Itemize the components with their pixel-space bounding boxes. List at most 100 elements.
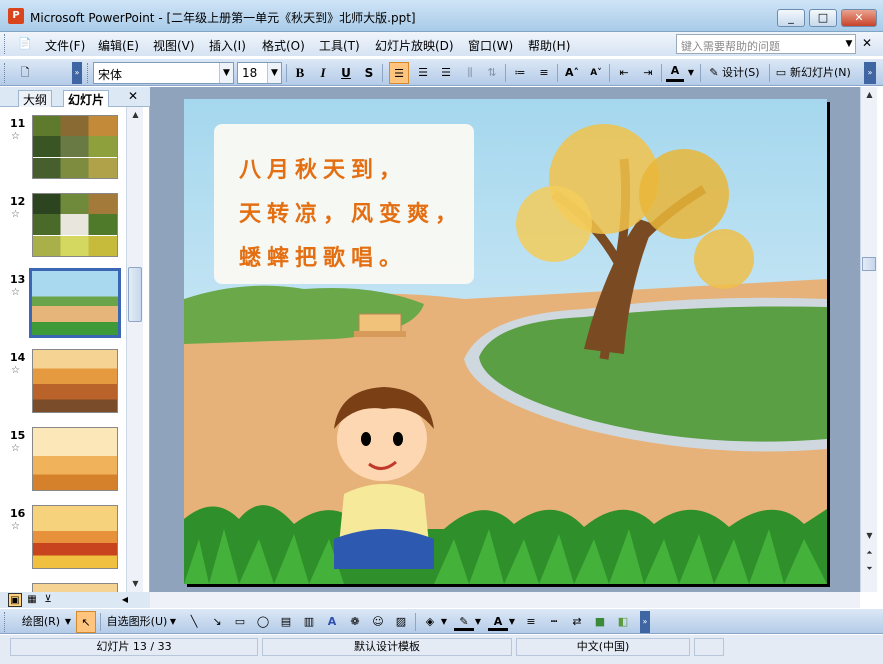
slide-thumbnail-12[interactable]: [32, 193, 118, 257]
font-size-combo[interactable]: 18 ▼: [237, 62, 282, 84]
menu-edit[interactable]: 编辑(E): [98, 37, 139, 54]
line-icon[interactable]: ╲: [184, 611, 204, 633]
close-icon[interactable]: ✕: [128, 89, 138, 103]
tab-outline[interactable]: 大纲: [18, 90, 53, 107]
select-objects-icon[interactable]: ↖: [76, 611, 96, 633]
menu-view[interactable]: 视图(V): [153, 37, 195, 54]
font-color-icon[interactable]: A: [666, 62, 684, 82]
shadow-button[interactable]: S: [360, 62, 378, 84]
chevron-down-icon[interactable]: ▼: [267, 63, 281, 83]
distribute-icon[interactable]: ⫼: [460, 62, 480, 84]
scroll-up-icon[interactable]: ▲: [127, 107, 144, 123]
slide-thumbnail-15[interactable]: [32, 427, 118, 491]
chevron-down-icon[interactable]: ▼: [64, 611, 72, 633]
slide-text-box[interactable]: 八月秋天到， 天转凉，风变爽， 蟋蟀把歌唱。: [239, 149, 463, 281]
diagram-icon[interactable]: ❁: [345, 611, 365, 633]
slide-sorter-icon[interactable]: ▦: [25, 593, 39, 607]
slide-scrollbar[interactable]: ▲ ▼ ⏶ ⏷: [860, 87, 877, 592]
menu-slideshow[interactable]: 幻灯片放映(D): [375, 37, 454, 54]
line-style-icon[interactable]: ≡: [521, 611, 541, 633]
autoshapes-button[interactable]: 自选图形(U): [106, 611, 168, 633]
rectangle-icon[interactable]: ▭: [230, 611, 250, 633]
chevron-down-icon[interactable]: ▼: [508, 611, 516, 633]
scroll-down-icon[interactable]: ▼: [127, 576, 144, 592]
close-icon[interactable]: ✕: [862, 36, 872, 50]
increase-font-icon[interactable]: A˄: [562, 62, 582, 84]
menubar-grip[interactable]: [4, 34, 7, 54]
align-left-icon[interactable]: ☰: [389, 62, 409, 84]
textbox-icon[interactable]: ▤: [276, 611, 296, 633]
slide-thumbnail-13[interactable]: [29, 268, 121, 338]
design-icon[interactable]: ✎: [707, 62, 721, 84]
chevron-down-icon[interactable]: ▼: [842, 34, 856, 54]
minimize-button[interactable]: _: [777, 9, 805, 27]
menu-insert[interactable]: 插入(I): [209, 37, 246, 54]
powerpoint-icon[interactable]: P: [8, 8, 24, 24]
menu-tools[interactable]: 工具(T): [319, 37, 360, 54]
menu-window[interactable]: 窗口(W): [468, 37, 513, 54]
chevron-down-icon[interactable]: ▼: [474, 611, 482, 633]
chevron-down-icon[interactable]: ▼: [219, 63, 233, 83]
help-search-input[interactable]: 键入需要帮助的问题: [676, 34, 856, 54]
increase-indent-icon[interactable]: ⇥: [638, 62, 658, 84]
design-button[interactable]: 设计(S): [722, 62, 768, 84]
scrollbar-thumb[interactable]: [128, 267, 142, 322]
decrease-indent-icon[interactable]: ⇤: [614, 62, 634, 84]
arrow-style-icon[interactable]: ⇄: [567, 611, 587, 633]
3d-style-icon[interactable]: ◧: [613, 611, 633, 633]
normal-view-icon[interactable]: ▣: [8, 593, 22, 607]
maximize-button[interactable]: □: [809, 9, 837, 27]
oval-icon[interactable]: ◯: [253, 611, 273, 633]
toolbar-options-icon[interactable]: »: [640, 611, 650, 633]
line-color-icon[interactable]: ✎: [454, 611, 474, 631]
chevron-down-icon[interactable]: ▼: [686, 62, 696, 84]
draw-menu-button[interactable]: 绘图(R): [18, 611, 64, 633]
align-center-icon[interactable]: ☰: [413, 62, 433, 84]
thumbnail-scrollbar[interactable]: ▲ ▼: [126, 107, 143, 592]
current-slide[interactable]: 八月秋天到， 天转凉，风变爽， 蟋蟀把歌唱。: [184, 99, 827, 584]
scroll-down-icon[interactable]: ▼: [861, 528, 878, 544]
italic-button[interactable]: I: [314, 62, 332, 84]
menu-help[interactable]: 帮助(H): [528, 37, 570, 54]
slide-thumbnail-11[interactable]: [32, 115, 118, 179]
toolbar-options-icon[interactable]: »: [72, 62, 82, 84]
arrow-icon[interactable]: ↘: [207, 611, 227, 633]
horizontal-scrollbar[interactable]: [150, 592, 860, 608]
bold-button[interactable]: B: [291, 62, 309, 84]
numbering-icon[interactable]: ≔: [510, 62, 530, 84]
slide-thumbnail-16[interactable]: [32, 505, 118, 569]
close-button[interactable]: ✕: [841, 9, 877, 27]
scrollbar-thumb[interactable]: [862, 257, 876, 271]
chevron-down-icon[interactable]: ▼: [440, 611, 448, 633]
slideshow-view-icon[interactable]: ⊻: [41, 593, 55, 607]
chevron-down-icon[interactable]: ▼: [169, 611, 177, 633]
menu-file[interactable]: 文件(F): [45, 37, 85, 54]
previous-slide-icon[interactable]: ⏶: [861, 545, 878, 561]
toolbar-options-icon[interactable]: »: [864, 62, 876, 84]
underline-button[interactable]: U: [337, 62, 355, 84]
toolbar-grip[interactable]: [4, 63, 7, 83]
menu-format[interactable]: 格式(O): [262, 37, 305, 54]
next-slide-icon[interactable]: ⏷: [861, 561, 878, 577]
text-direction-icon[interactable]: ⇅: [482, 62, 502, 84]
clipart-icon[interactable]: ☺: [368, 611, 388, 633]
slide-thumbnail-17[interactable]: [32, 583, 118, 592]
decrease-font-icon[interactable]: A˅: [586, 62, 606, 84]
vertical-textbox-icon[interactable]: ▥: [299, 611, 319, 633]
slide-thumbnail-14[interactable]: [32, 349, 118, 413]
fill-color-icon[interactable]: ◈: [420, 611, 440, 633]
new-slide-icon[interactable]: ▭: [773, 62, 789, 84]
toolbar-grip[interactable]: [87, 63, 90, 83]
picture-icon[interactable]: ▨: [391, 611, 411, 633]
wordart-icon[interactable]: A: [322, 611, 342, 633]
new-document-icon[interactable]: 🗋: [14, 62, 36, 84]
bullets-icon[interactable]: ≡: [534, 62, 554, 84]
tab-slides[interactable]: 幻灯片: [63, 90, 110, 107]
align-right-icon[interactable]: ☰: [436, 62, 456, 84]
dash-style-icon[interactable]: ┅: [544, 611, 564, 633]
shadow-style-icon[interactable]: ■: [590, 611, 610, 633]
document-icon[interactable]: 📄: [14, 33, 36, 55]
scroll-up-icon[interactable]: ▲: [861, 87, 878, 103]
font-color-icon[interactable]: A: [488, 611, 508, 631]
toolbar-grip[interactable]: [4, 612, 7, 632]
